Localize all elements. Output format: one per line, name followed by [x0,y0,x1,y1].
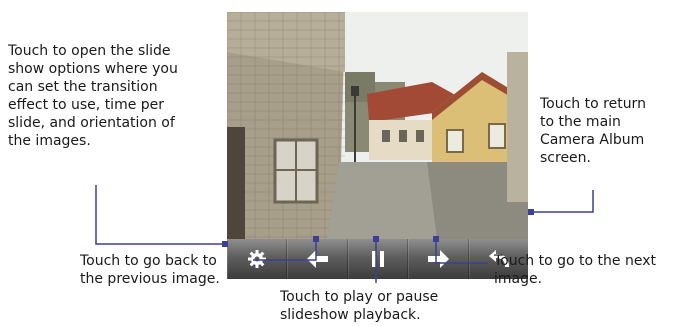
options-callout: Touch to open the slide show options whe… [8,42,178,150]
options-button[interactable] [227,239,288,279]
slideshow-photo [227,12,528,239]
callout-line: the images. [8,133,91,149]
callout-line: effect to use, time per [8,97,165,113]
next-callout: Touch to go to the next image. [494,252,656,288]
callout-line: slide, and orientation of [8,115,175,131]
pause-icon [372,251,385,267]
callout-line: Camera Album [540,132,645,148]
callout-line: Touch to open the slide [8,43,171,59]
callout-line: Touch to go to the next [494,253,656,269]
callout-line: can set the transition [8,79,158,95]
callout-line: image. [494,271,543,287]
arrow-right-icon [428,250,450,268]
return-callout: Touch to return to the main Camera Album… [540,95,646,167]
callout-line: Touch to play or pause [280,289,439,305]
callout-line: slideshow playback. [280,307,421,323]
play-callout: Touch to play or pause slideshow playbac… [280,288,438,324]
gear-icon [248,250,267,268]
play-pause-button[interactable] [347,239,409,279]
previous-button[interactable] [287,239,348,279]
arrow-left-icon [306,250,328,268]
callout-line: show options where you [8,61,178,77]
callout-line: Touch to return [540,96,646,112]
callout-line: Touch to go back to [80,253,217,269]
callout-line: the previous image. [80,271,220,287]
slideshow-toolbar [227,239,528,279]
callout-line: screen. [540,150,591,166]
callout-line: to the main [540,114,621,130]
next-button[interactable] [408,239,469,279]
back-callout: Touch to go back to the previous image. [80,252,220,288]
